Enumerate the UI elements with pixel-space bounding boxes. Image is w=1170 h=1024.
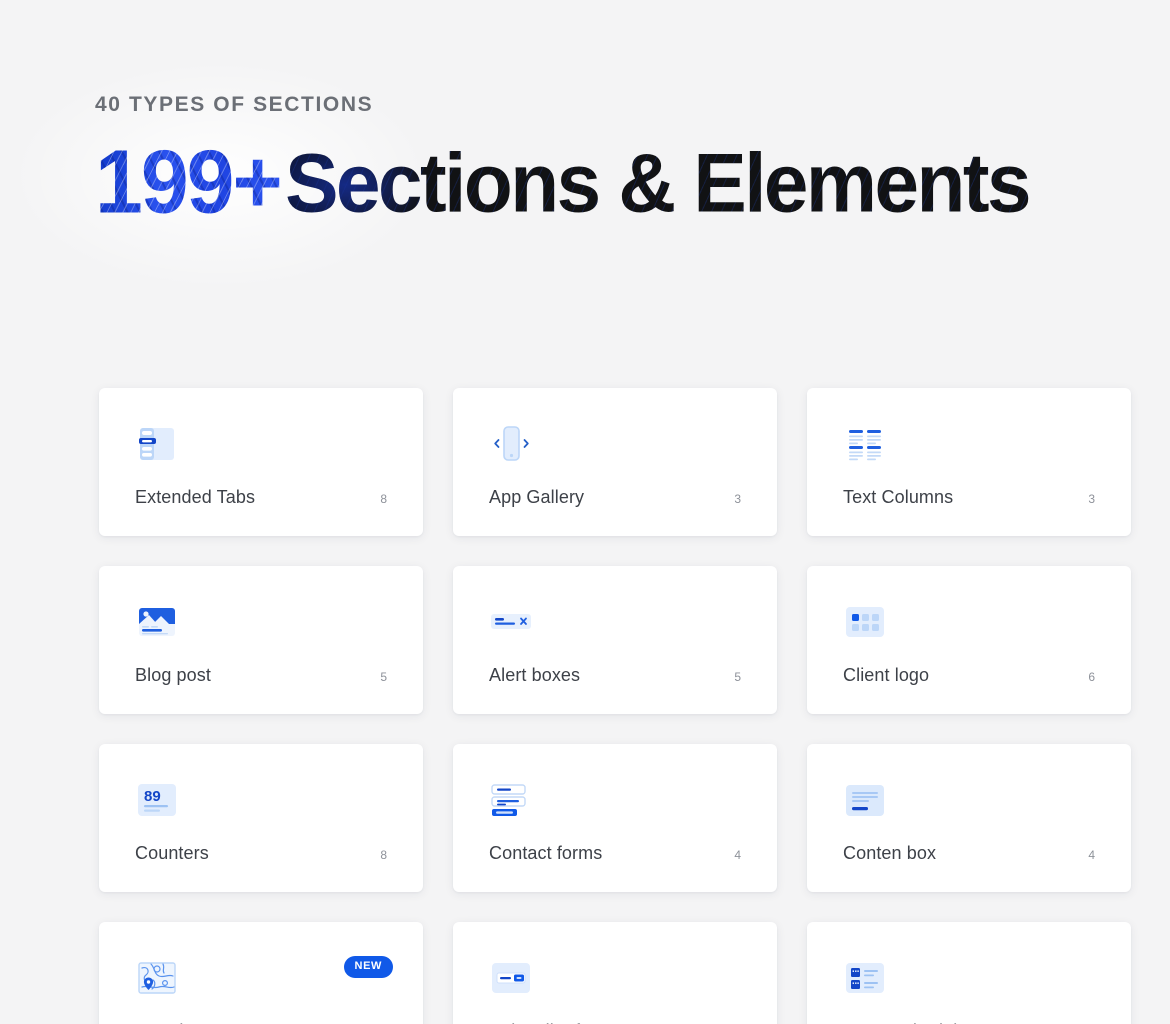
blog-post-icon xyxy=(135,600,179,644)
card-title: Text Columns xyxy=(843,487,954,507)
section-card-extended-tabs[interactable]: Extended Tabs 8 xyxy=(99,388,423,536)
subscribe-forms-icon xyxy=(489,956,533,1000)
section-card-blog-post[interactable]: Blog post 5 xyxy=(99,566,423,714)
client-logo-icon xyxy=(843,600,887,644)
card-footer: Contact forms 4 xyxy=(489,843,741,864)
section-card-text-columns[interactable]: Text Columns 3 xyxy=(807,388,1131,536)
text-columns-icon xyxy=(843,422,887,466)
card-title: Contact forms xyxy=(489,843,603,863)
card-footer: Text Columns 3 xyxy=(843,487,1095,508)
card-count: 5 xyxy=(734,670,741,684)
eyebrow-label: 40 TYPES OF SECTIONS xyxy=(95,93,374,116)
card-title: Extended Tabs xyxy=(135,487,256,507)
card-title: App Gallery xyxy=(489,487,585,507)
event-schedule-icon xyxy=(843,956,887,1000)
section-card-counters[interactable]: 89 Counters 8 xyxy=(99,744,423,892)
card-count: 3 xyxy=(1088,492,1095,506)
card-count: 4 xyxy=(734,848,741,862)
card-footer: App Gallery 3 xyxy=(489,487,741,508)
extended-tabs-icon xyxy=(135,422,179,466)
contact-forms-icon xyxy=(489,778,533,822)
card-footer: Client logo 6 xyxy=(843,665,1095,686)
status-badge: NEW xyxy=(343,956,393,978)
card-footer: Alert boxes 5 xyxy=(489,665,741,686)
card-footer: Conten box 4 xyxy=(843,843,1095,864)
sections-grid: Extended Tabs 8 App Gallery 3 Text Colum… xyxy=(99,388,1131,1024)
card-footer: Counters 8 xyxy=(135,843,387,864)
card-title: Conten box xyxy=(843,843,937,863)
card-count: 5 xyxy=(380,670,387,684)
counter-icon-value: 89 xyxy=(144,788,161,805)
page-title: Sections & Elements xyxy=(285,136,1030,230)
section-card-contact-forms[interactable]: Contact forms 4 xyxy=(453,744,777,892)
card-footer: Blog post 5 xyxy=(135,665,387,686)
big-number: 199+ xyxy=(95,131,281,233)
page-header: 40 TYPES OF SECTIONS 199+ Sections & Ele… xyxy=(95,92,1095,233)
card-count: 8 xyxy=(380,848,387,862)
google-maps-icon xyxy=(135,956,179,1000)
card-count: 3 xyxy=(734,492,741,506)
app-gallery-icon xyxy=(489,422,533,466)
alert-boxes-icon xyxy=(489,600,533,644)
section-card-app-gallery[interactable]: App Gallery 3 xyxy=(453,388,777,536)
card-title: Blog post xyxy=(135,665,211,685)
card-footer: Extended Tabs 8 xyxy=(135,487,387,508)
card-count: 6 xyxy=(1088,670,1095,684)
card-title: Counters xyxy=(135,843,209,863)
section-card-content-box[interactable]: Conten box 4 xyxy=(807,744,1131,892)
content-box-icon xyxy=(843,778,887,822)
section-card-client-logo[interactable]: Client logo 6 xyxy=(807,566,1131,714)
card-count: 8 xyxy=(380,492,387,506)
counters-icon: 89 xyxy=(135,778,179,822)
card-count: 4 xyxy=(1088,848,1095,862)
section-card-google-maps[interactable]: NEW Google maps 4 xyxy=(99,922,423,1024)
section-card-subscribe-forms[interactable]: Subscribe forms 5 xyxy=(453,922,777,1024)
card-title: Client logo xyxy=(843,665,930,685)
section-card-event-schedule[interactable]: Event schedule 6 xyxy=(807,922,1131,1024)
card-title: Alert boxes xyxy=(489,665,581,685)
section-card-alert-boxes[interactable]: Alert boxes 5 xyxy=(453,566,777,714)
